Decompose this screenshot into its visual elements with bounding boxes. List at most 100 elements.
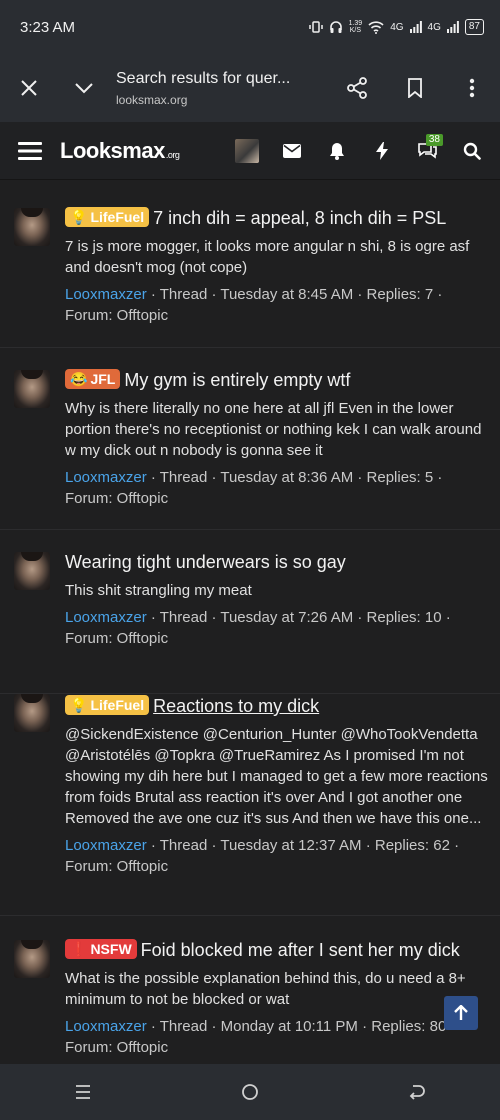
- list-item[interactable]: ❗ NSFW Foid blocked me after I sent her my…: [0, 916, 500, 1064]
- status-icons: 1.39 K/S 4G 4G 87: [308, 19, 484, 35]
- avatar[interactable]: [14, 694, 50, 732]
- thread-title-text[interactable]: My gym is entirely empty wtf: [124, 370, 350, 390]
- net-speed-value: 1.39: [348, 20, 363, 27]
- bookmark-button[interactable]: [386, 54, 444, 122]
- alerts-badge: 38: [425, 133, 443, 146]
- lightbulb-icon: 💡: [70, 209, 88, 225]
- bookmark-icon: [408, 78, 422, 98]
- vibrate-icon: [308, 21, 323, 33]
- prefix-badge: 💡 LifeFuel: [65, 207, 150, 227]
- thread-title[interactable]: Wearing tight underwears is so gay: [65, 550, 489, 574]
- thread-snippet: @SickendExistence @Centurion_Hunter @Who…: [65, 726, 488, 827]
- inbox-button[interactable]: [269, 122, 314, 180]
- thread-snippet: This shit strangling my meat: [65, 582, 252, 599]
- thread-meta: Looxmaxzer · Thread · Monday at 10:11 PM…: [65, 1016, 489, 1058]
- logo-main: Looksmax: [60, 137, 165, 163]
- scroll-to-top-button[interactable]: [444, 996, 478, 1030]
- wifi-icon: [368, 20, 384, 34]
- thread-title[interactable]: ❗ NSFW Foid blocked me after I sent her my…: [65, 938, 489, 962]
- search-icon: [463, 142, 481, 160]
- author-link[interactable]: Looxmaxzer: [65, 286, 147, 303]
- hamburger-icon: [18, 141, 42, 160]
- site-header: Looksmax.org 38: [0, 122, 500, 180]
- status-time: 3:23 AM: [20, 18, 76, 36]
- list-item[interactable]: 😂 JFL My gym is entirely empty wtf Why is …: [0, 348, 500, 530]
- prefix-label: LifeFuel: [90, 697, 145, 713]
- list-item[interactable]: 💡 LifeFuel Reactions to my dick @SickendEx…: [0, 694, 500, 916]
- prefix-label: NSFW: [90, 941, 132, 957]
- close-icon: [21, 80, 37, 96]
- author-link[interactable]: Looxmaxzer: [65, 837, 147, 854]
- alerts-button[interactable]: [314, 122, 359, 180]
- thread-title-text[interactable]: 7 inch dih = appeal, 8 inch dih = PSL: [153, 208, 446, 228]
- logo-suffix: .org: [165, 149, 180, 160]
- thread-title[interactable]: 😂 JFL My gym is entirely empty wtf: [65, 368, 489, 392]
- menu-button[interactable]: [0, 122, 60, 180]
- thread-title[interactable]: 💡 LifeFuel 7 inch dih = appeal, 8 inch dih…: [65, 206, 489, 230]
- signal-1-label: 4G: [390, 21, 404, 33]
- arrow-up-icon: [454, 1005, 468, 1020]
- signal-1-icon: [409, 21, 422, 33]
- recents-button[interactable]: [53, 1064, 113, 1120]
- avatar[interactable]: [14, 940, 50, 978]
- author-link[interactable]: Looxmaxzer: [65, 1018, 147, 1035]
- system-nav-bar: [0, 1064, 500, 1120]
- account-button[interactable]: [224, 122, 269, 180]
- page-title-area[interactable]: Search results for quer... looksmax.org: [110, 70, 328, 107]
- back-icon: [409, 1085, 425, 1100]
- home-button[interactable]: [220, 1064, 280, 1120]
- author-link[interactable]: Looxmaxzer: [65, 609, 147, 626]
- page-url: looksmax.org: [116, 92, 188, 107]
- more-options-button[interactable]: [444, 54, 500, 122]
- net-speed-unit: K/S: [349, 27, 362, 34]
- whats-new-button[interactable]: [359, 122, 404, 180]
- headphones-icon: [329, 21, 342, 33]
- close-tab-button[interactable]: [0, 54, 58, 122]
- avatar[interactable]: [14, 552, 50, 590]
- thread-title-text[interactable]: Wearing tight underwears is so gay: [65, 552, 346, 572]
- prefix-label: LifeFuel: [90, 209, 145, 225]
- search-button[interactable]: [449, 122, 494, 180]
- envelope-icon: [282, 143, 301, 158]
- chevron-down-icon: [75, 83, 93, 94]
- thread-title[interactable]: 💡 LifeFuel Reactions to my dick: [65, 694, 489, 718]
- status-bar: 3:23 AM 1.39 K/S 4G 4G 87: [0, 0, 500, 54]
- list-item[interactable]: Wearing tight underwears is so gay This …: [0, 530, 500, 694]
- lightbulb-icon: 💡: [70, 697, 88, 713]
- bolt-icon: [375, 141, 388, 160]
- thread-meta: Looxmaxzer · Thread · Tuesday at 12:37 A…: [65, 835, 489, 877]
- laugh-icon: 😂: [70, 371, 88, 387]
- thread-title-text[interactable]: Reactions to my dick: [153, 696, 319, 716]
- signal-2-label: 4G: [427, 21, 441, 33]
- bell-icon: [329, 142, 344, 160]
- avatar[interactable]: [14, 370, 50, 408]
- thread-snippet: Why is there literally no one here at al…: [65, 400, 482, 459]
- recents-icon: [76, 1085, 91, 1099]
- share-icon: [347, 77, 367, 99]
- list-item[interactable]: 💡 LifeFuel 7 inch dih = appeal, 8 inch dih…: [0, 180, 500, 348]
- conversations-button[interactable]: 38: [404, 122, 449, 180]
- minimize-button[interactable]: [58, 54, 110, 122]
- thread-meta: Looxmaxzer · Thread · Tuesday at 8:45 AM…: [65, 284, 489, 326]
- author-link[interactable]: Looxmaxzer: [65, 469, 147, 486]
- search-results: 💡 LifeFuel 7 inch dih = appeal, 8 inch dih…: [0, 180, 500, 1064]
- net-speed: 1.39 K/S: [349, 20, 363, 34]
- page-title: Search results for quer...: [116, 69, 291, 87]
- thread-snippet: 7 is js more mogger, it looks more angul…: [65, 238, 470, 276]
- header-icons: 38: [224, 122, 500, 180]
- back-button[interactable]: [387, 1064, 447, 1120]
- avatar: [234, 138, 259, 163]
- site-logo[interactable]: Looksmax.org: [60, 137, 180, 164]
- avatar[interactable]: [14, 208, 50, 246]
- thread-snippet: What is the possible explanation behind …: [65, 970, 466, 1008]
- home-icon: [242, 1084, 258, 1100]
- share-button[interactable]: [328, 54, 386, 122]
- signal-2-icon: [446, 21, 459, 33]
- prefix-badge: 💡 LifeFuel: [65, 695, 150, 715]
- thread-title-text[interactable]: Foid blocked me after I sent her my dick: [141, 940, 460, 960]
- prefix-badge: ❗ NSFW: [65, 939, 137, 959]
- alert-icon: ❗: [70, 941, 88, 957]
- browser-toolbar: Search results for quer... looksmax.org: [0, 54, 500, 122]
- thread-meta: Looxmaxzer · Thread · Tuesday at 8:36 AM…: [65, 467, 489, 509]
- thread-meta: Looxmaxzer · Thread · Tuesday at 7:26 AM…: [65, 607, 489, 649]
